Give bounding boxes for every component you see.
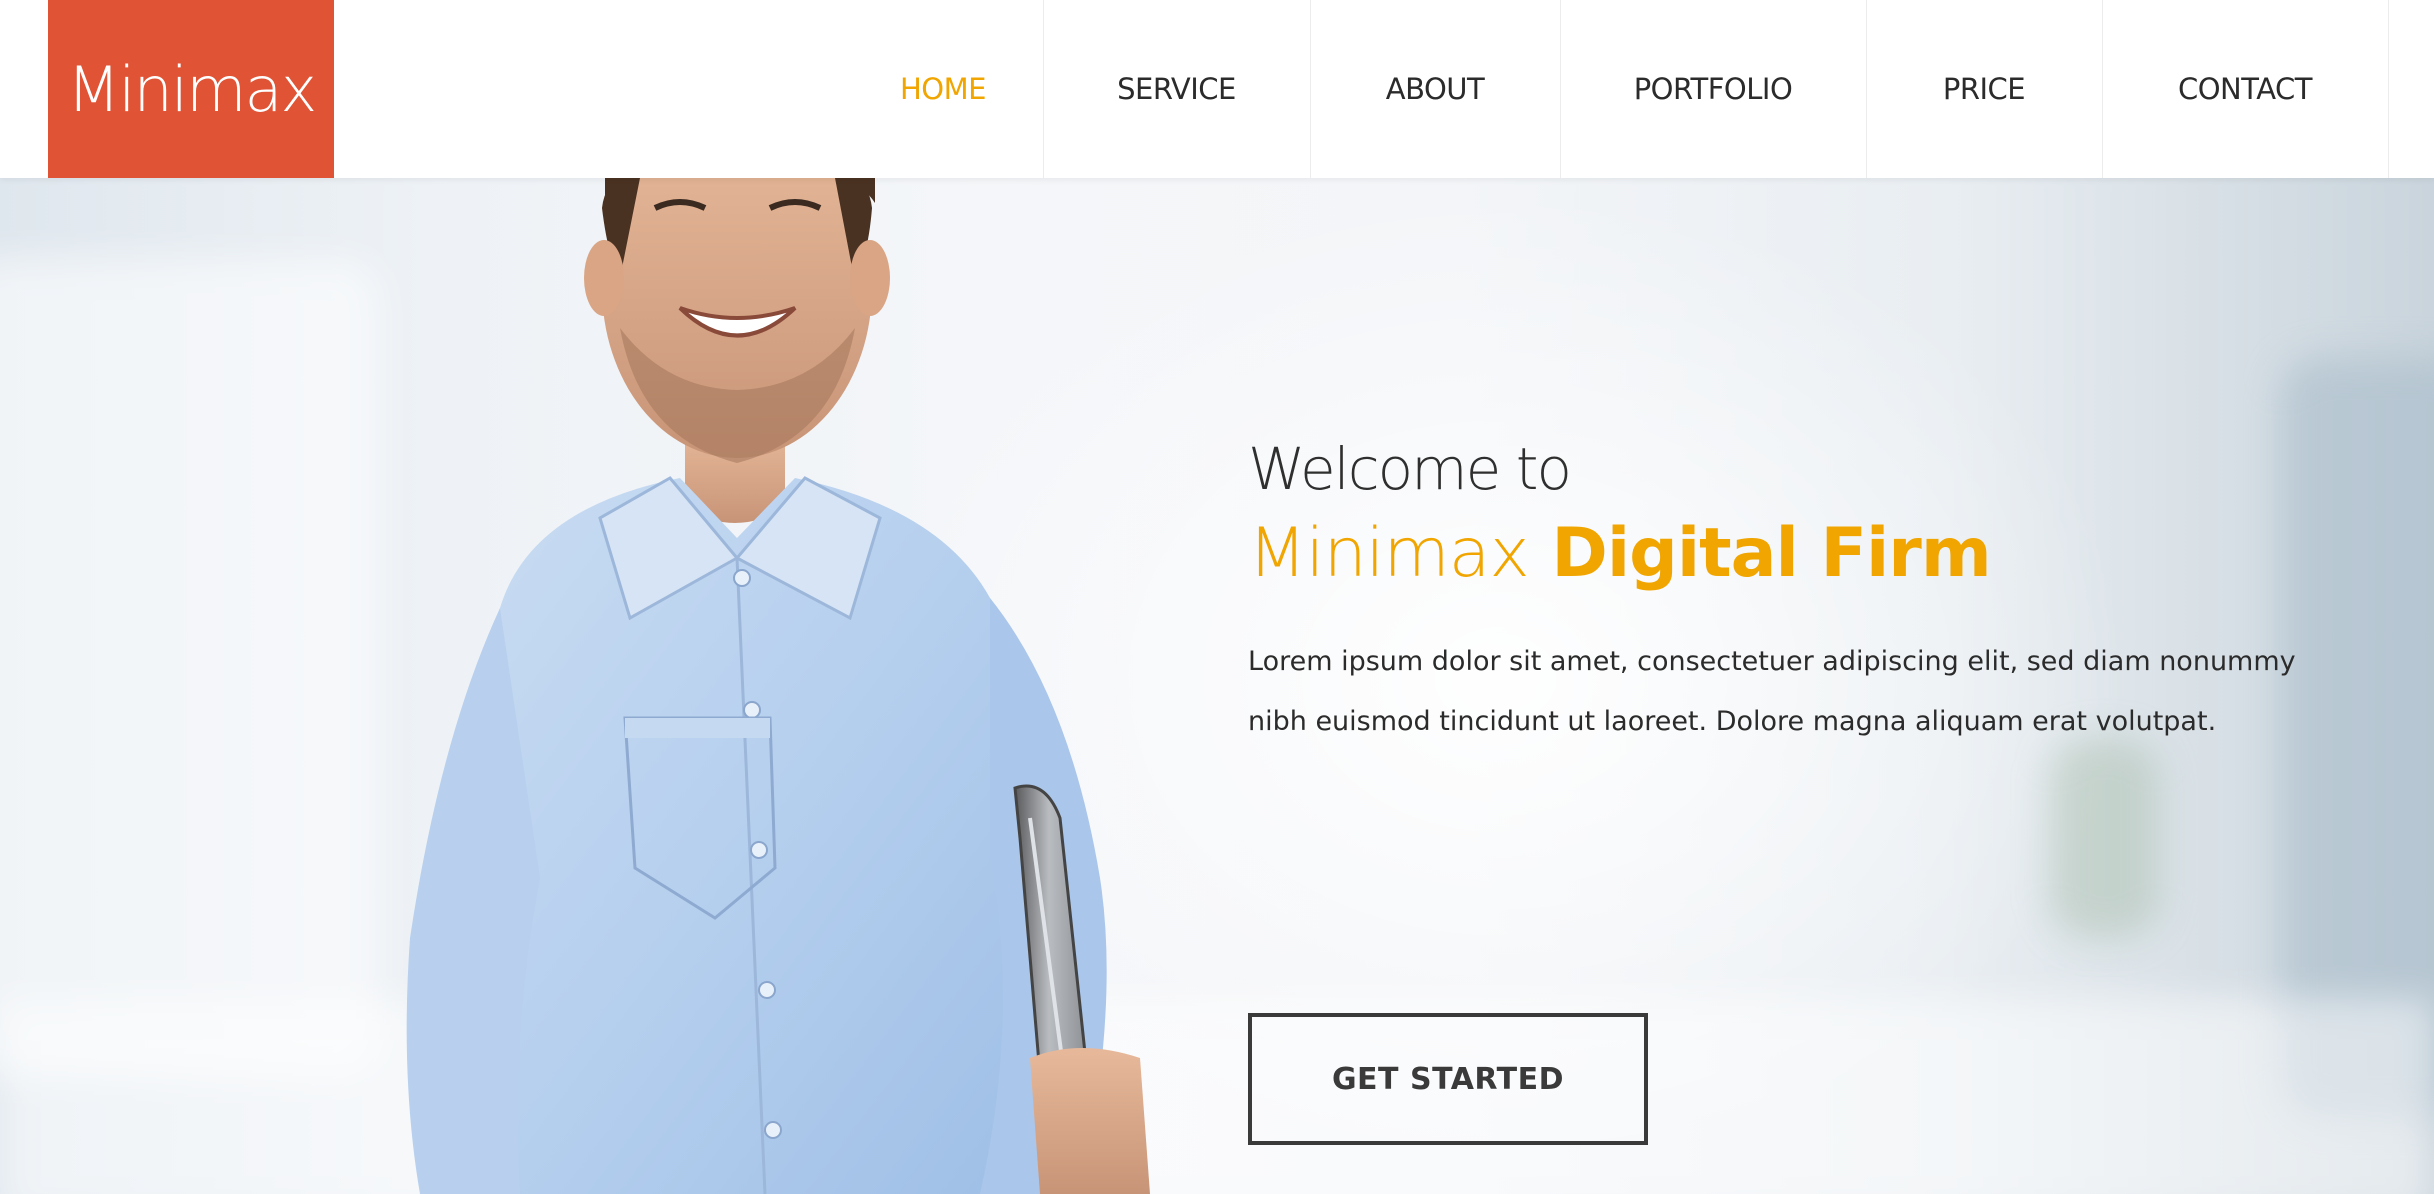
nav-item-portfolio[interactable]: PORTFOLIO [1560,0,1866,178]
hero-title-bold: Digital Firm [1551,514,1991,593]
hero-title: Minimax Digital Firm [1248,520,2368,588]
hero-title-light: Minimax [1248,514,1530,593]
hero-description: Lorem ipsum dolor sit amet, consectetuer… [1248,646,2296,737]
background-plant [2050,738,2160,938]
hero-section: Welcome to Minimax Digital Firm Lorem ip… [0,178,2434,1194]
hero-person-image [406,178,1150,1194]
main-nav: HOME SERVICE ABOUT PORTFOLIO PRICE CONTA… [0,0,2434,178]
site-header: Minimax HOME SERVICE ABOUT PORTFOLIO PRI… [0,0,2434,178]
nav-item-home[interactable]: HOME [843,0,1043,178]
nav-item-service[interactable]: SERVICE [1043,0,1310,178]
nav-item-contact[interactable]: CONTACT [2102,0,2388,178]
hero-content: Welcome to Minimax Digital Firm Lorem ip… [1248,435,2368,1145]
background-window [0,258,380,1078]
get-started-button[interactable]: GET STARTED [1248,1013,1648,1145]
nav-item-about[interactable]: ABOUT [1310,0,1560,178]
nav-item-price[interactable]: PRICE [1866,0,2102,178]
hero-welcome: Welcome to [1248,435,1572,503]
nav-divider [2388,0,2389,178]
